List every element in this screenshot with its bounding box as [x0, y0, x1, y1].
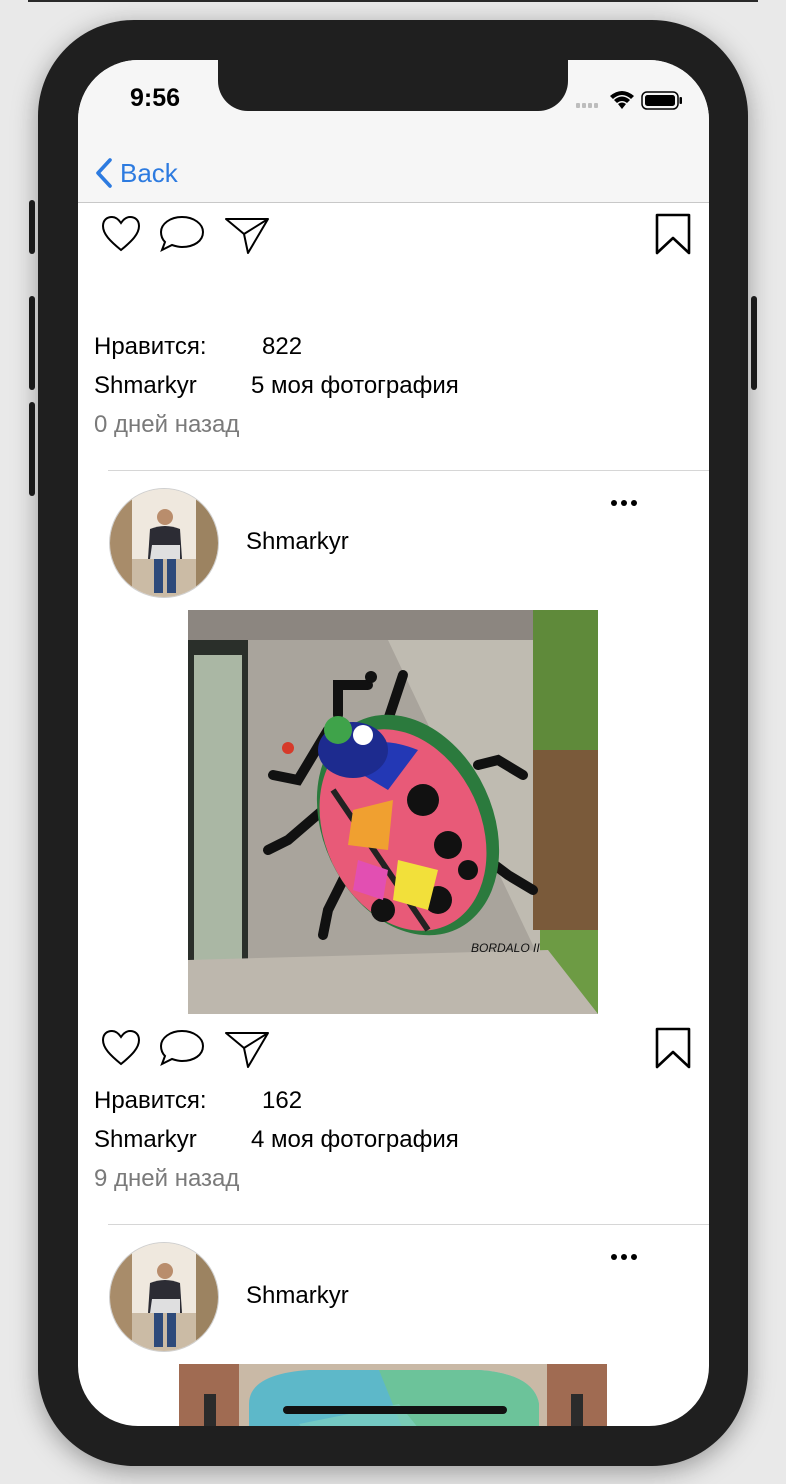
feed: Нравится: 822 Shmarkyr 5 моя фотография … [78, 203, 709, 1426]
post-divider [108, 470, 709, 471]
home-indicator[interactable] [283, 1406, 507, 1414]
bookmark-icon[interactable] [655, 213, 691, 255]
photo-signature: BORDALO II [471, 941, 540, 955]
battery-icon [641, 91, 682, 110]
power-button [751, 296, 757, 390]
status-icons [576, 91, 682, 110]
post-time: 0 дней назад [94, 411, 240, 438]
phone-screen: 9:56 Back Нравится: 822 Shmarkyr 5 моя ф… [78, 60, 709, 1426]
post-time: 9 дней назад [94, 1165, 240, 1192]
avatar[interactable] [109, 1242, 219, 1352]
likes-count: 162 [262, 1087, 303, 1114]
likes-count: 822 [262, 333, 303, 360]
mute-switch [29, 200, 35, 254]
window-top-edge [28, 0, 758, 2]
comment-icon[interactable] [157, 213, 207, 255]
status-time: 9:56 [130, 84, 181, 112]
caption-text: 4 моя фотография [251, 1126, 459, 1153]
back-button[interactable]: Back [94, 153, 178, 193]
post-divider [108, 1224, 709, 1225]
cellular-signal-icon [576, 103, 598, 108]
notch [218, 60, 568, 111]
comment-icon[interactable] [157, 1027, 207, 1069]
more-options-icon[interactable] [604, 1247, 644, 1267]
bookmark-icon[interactable] [655, 1027, 691, 1069]
post-author[interactable]: Shmarkyr [246, 528, 349, 556]
chevron-left-icon [96, 158, 112, 188]
likes-label: Нравится: [94, 1087, 207, 1114]
volume-up-button [29, 296, 35, 390]
heart-icon[interactable] [100, 213, 142, 255]
likes-label: Нравится: [94, 333, 207, 360]
avatar-photo [110, 1243, 218, 1351]
post-author[interactable]: Shmarkyr [246, 1282, 349, 1310]
post-photo[interactable]: BORDALO II [188, 610, 598, 1014]
avatar-photo [110, 489, 218, 597]
navigation-bar: Back [78, 144, 709, 203]
post-photo[interactable] [179, 1364, 607, 1426]
caption-author[interactable]: Shmarkyr [94, 1126, 197, 1154]
heart-icon[interactable] [100, 1027, 142, 1069]
caption-author[interactable]: Shmarkyr [94, 372, 197, 400]
more-options-icon[interactable] [604, 493, 644, 513]
send-icon[interactable] [224, 1029, 270, 1069]
avatar[interactable] [109, 488, 219, 598]
volume-down-button [29, 402, 35, 496]
back-label: Back [120, 157, 178, 188]
wifi-icon [610, 91, 634, 109]
caption-text: 5 моя фотография [251, 372, 459, 399]
send-icon[interactable] [224, 215, 270, 255]
